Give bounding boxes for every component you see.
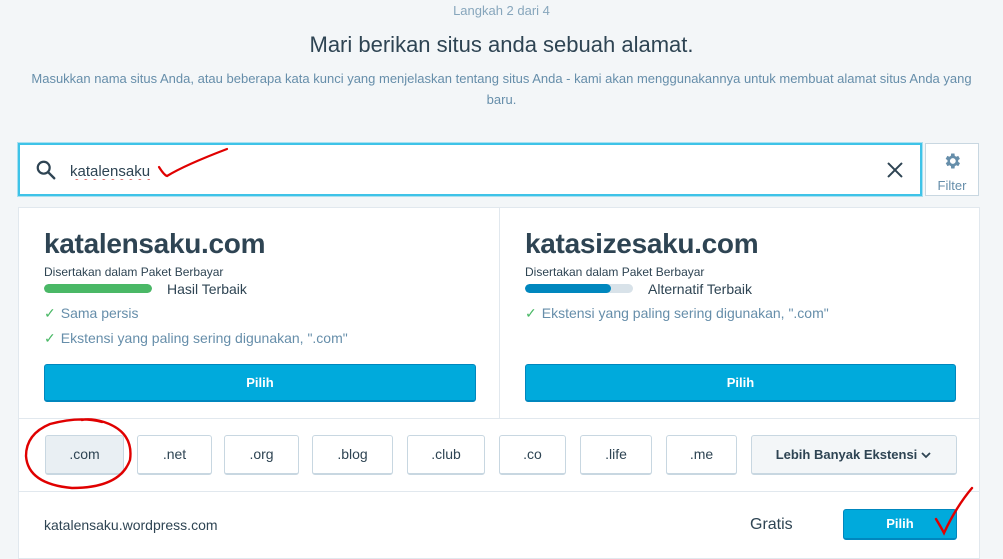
close-icon[interactable] — [884, 159, 906, 181]
tld-button-org[interactable]: .org — [224, 435, 299, 475]
filter-button[interactable]: Filter — [925, 143, 979, 196]
step-indicator: Langkah 2 dari 4 — [453, 3, 550, 18]
check-icon: ✓ — [44, 305, 56, 321]
tld-button-co[interactable]: .co — [499, 435, 566, 475]
tld-button-net[interactable]: .net — [137, 435, 212, 475]
search-input[interactable] — [70, 159, 850, 183]
gear-icon — [945, 153, 960, 169]
match-badge: Alternatif Terbaik — [648, 281, 753, 297]
match-bar — [525, 284, 633, 293]
tld-button-club[interactable]: .club — [407, 435, 485, 475]
domain-results-panel: katalensaku.com Disertakan dalam Paket B… — [18, 207, 980, 559]
chevron-down-icon — [921, 451, 931, 458]
domain-suggestion-card: katalensaku.com Disertakan dalam Paket B… — [19, 208, 500, 418]
domain-name: katasizesaku.com — [525, 228, 759, 259]
divider — [19, 491, 979, 492]
free-domain-price: Gratis — [750, 516, 793, 533]
free-pick-button[interactable]: Pilih — [843, 509, 957, 540]
tld-filter-row: .com .net .org .blog .club .co .life .me… — [19, 435, 979, 477]
tld-button-life[interactable]: .life — [580, 435, 652, 475]
tld-button-me[interactable]: .me — [666, 435, 737, 475]
match-bar-fill — [44, 284, 152, 293]
match-badge: Hasil Terbaik — [167, 281, 247, 297]
filter-label: Filter — [937, 178, 967, 193]
domain-suggestion-card: katasizesaku.com Disertakan dalam Paket … — [500, 208, 980, 418]
included-note: Disertakan dalam Paket Berbayar — [44, 265, 224, 279]
page-title: Mari berikan situs anda sebuah alamat. — [309, 32, 694, 57]
more-extensions-button[interactable]: Lebih Banyak Ekstensi — [751, 435, 957, 475]
domain-search-box[interactable] — [18, 143, 922, 196]
more-extensions-label: Lebih Banyak Ekstensi — [775, 447, 918, 462]
divider — [19, 418, 979, 419]
feature-text: Ekstensi yang paling sering digunakan, "… — [541, 305, 829, 321]
check-icon: ✓ — [525, 305, 537, 321]
feature-text: Sama persis — [60, 305, 139, 321]
tld-button-blog[interactable]: .blog — [312, 435, 393, 475]
feature-text: Ekstensi yang paling sering digunakan, "… — [60, 330, 348, 346]
pick-button[interactable]: Pilih — [44, 364, 476, 402]
free-domain-name: katalensaku.wordpress.com — [44, 517, 218, 533]
page-subtitle: Masukkan nama situs Anda, atau beberapa … — [31, 71, 972, 107]
feature-item: ✓ Sama persis — [44, 305, 139, 322]
pick-button[interactable]: Pilih — [525, 364, 956, 402]
feature-item: ✓ Ekstensi yang paling sering digunakan, … — [525, 305, 829, 322]
check-icon: ✓ — [44, 330, 56, 346]
domain-name: katalensaku.com — [44, 228, 266, 259]
feature-item: ✓ Ekstensi yang paling sering digunakan, … — [44, 330, 348, 347]
match-bar — [44, 284, 152, 293]
match-bar-fill — [525, 284, 612, 293]
search-icon — [36, 160, 56, 180]
included-note: Disertakan dalam Paket Berbayar — [525, 265, 705, 279]
tld-button-com[interactable]: .com — [45, 435, 124, 475]
